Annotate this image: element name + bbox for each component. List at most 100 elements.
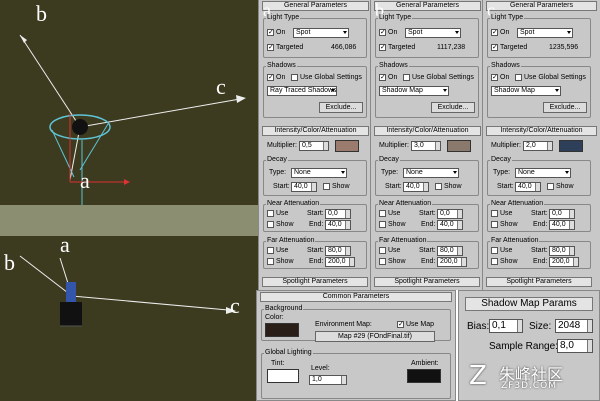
near-show-checkbox[interactable] xyxy=(267,221,274,228)
far-start-spinner[interactable]: 80,0 xyxy=(325,246,351,256)
use-map-checkbox[interactable]: ✓ xyxy=(397,321,404,328)
spinner-arrows-icon[interactable] xyxy=(341,376,346,384)
rollout-spotlight-parameters[interactable]: Spotlight Parameters xyxy=(262,277,368,287)
exclude-button[interactable]: Exclude... xyxy=(543,102,587,113)
far-start-spinner[interactable]: 80,0 xyxy=(437,246,463,256)
light-type-dropdown[interactable]: Spot xyxy=(293,28,349,38)
multiplier-spinner[interactable]: 0,5 xyxy=(299,141,329,151)
size-spinner[interactable]: 2048 xyxy=(555,319,593,333)
rollout-spotlight-parameters[interactable]: Spotlight Parameters xyxy=(374,277,480,287)
spinner-arrows-icon[interactable] xyxy=(547,142,552,150)
spinner-arrows-icon[interactable] xyxy=(569,221,574,229)
targeted-checkbox[interactable]: ✓ xyxy=(379,44,386,51)
spinner-arrows-icon[interactable] xyxy=(345,221,350,229)
spinner-arrows-icon[interactable] xyxy=(345,247,350,255)
use-global-checkbox[interactable] xyxy=(515,74,522,81)
rollout-spotlight-parameters[interactable]: Spotlight Parameters xyxy=(486,277,592,287)
far-show-checkbox[interactable] xyxy=(379,258,386,265)
use-global-checkbox[interactable] xyxy=(403,74,410,81)
spinner-arrows-icon[interactable] xyxy=(569,247,574,255)
far-use-checkbox[interactable] xyxy=(379,247,386,254)
spinner-arrows-icon[interactable] xyxy=(323,142,328,150)
tint-color-swatch[interactable] xyxy=(267,369,299,383)
targeted-checkbox[interactable]: ✓ xyxy=(491,44,498,51)
viewport-top[interactable]: b c a xyxy=(0,0,262,212)
exclude-button[interactable]: Exclude... xyxy=(319,102,363,113)
light-color-swatch[interactable] xyxy=(447,140,471,152)
near-use-checkbox[interactable] xyxy=(491,210,498,217)
far-show-checkbox[interactable] xyxy=(491,258,498,265)
use-global-checkbox[interactable] xyxy=(291,74,298,81)
far-show-checkbox[interactable] xyxy=(267,258,274,265)
near-start-spinner[interactable]: 0,0 xyxy=(437,209,463,219)
near-end-spinner[interactable]: 40,0 xyxy=(325,220,351,230)
spinner-arrows-icon[interactable] xyxy=(517,320,522,332)
shadow-type-dropdown[interactable]: Shadow Map xyxy=(491,86,561,96)
far-start-spinner[interactable]: 80,0 xyxy=(549,246,575,256)
rollout-general-parameters[interactable]: General Parameters xyxy=(486,1,597,11)
spinner-arrows-icon[interactable] xyxy=(457,210,462,218)
far-end-spinner[interactable]: 200,0 xyxy=(437,257,467,267)
exclude-button[interactable]: Exclude... xyxy=(431,102,475,113)
near-end-spinner[interactable]: 40,0 xyxy=(437,220,463,230)
spinner-arrows-icon[interactable] xyxy=(535,183,540,191)
shadow-type-dropdown[interactable]: Ray Traced Shadows xyxy=(267,86,337,96)
decay-start-spinner[interactable]: 40,0 xyxy=(403,182,429,192)
spinner-arrows-icon[interactable] xyxy=(349,258,354,266)
viewport-bottom[interactable]: b a c xyxy=(0,236,262,401)
on-checkbox[interactable]: ✓ xyxy=(267,29,274,36)
near-show-checkbox[interactable] xyxy=(491,221,498,228)
level-spinner[interactable]: 1,0 xyxy=(309,375,347,385)
decay-type-dropdown[interactable]: None xyxy=(403,168,459,178)
rollout-intensity[interactable]: Intensity/Color/Attenuation xyxy=(486,126,597,136)
sample-range-spinner[interactable]: 8,0 xyxy=(557,339,593,353)
spinner-arrows-icon[interactable] xyxy=(311,183,316,191)
decay-start-spinner[interactable]: 40,0 xyxy=(291,182,317,192)
on-checkbox[interactable]: ✓ xyxy=(491,29,498,36)
rollout-shadow-map-params[interactable]: Shadow Map Params xyxy=(465,297,593,311)
spinner-arrows-icon[interactable] xyxy=(569,210,574,218)
bias-spinner[interactable]: 0,1 xyxy=(489,319,523,333)
multiplier-spinner[interactable]: 2,0 xyxy=(523,141,553,151)
ambient-color-swatch[interactable] xyxy=(407,369,441,383)
rollout-general-parameters[interactable]: General Parameters xyxy=(262,1,369,11)
light-type-dropdown[interactable]: Spot xyxy=(517,28,573,38)
near-show-checkbox[interactable] xyxy=(379,221,386,228)
far-end-spinner[interactable]: 200,0 xyxy=(549,257,579,267)
decay-type-dropdown[interactable]: None xyxy=(515,168,571,178)
decay-start-spinner[interactable]: 40,0 xyxy=(515,182,541,192)
spinner-arrows-icon[interactable] xyxy=(423,183,428,191)
far-use-checkbox[interactable] xyxy=(491,247,498,254)
rollout-intensity[interactable]: Intensity/Color/Attenuation xyxy=(262,126,369,136)
spinner-arrows-icon[interactable] xyxy=(457,247,462,255)
spinner-arrows-icon[interactable] xyxy=(435,142,440,150)
spinner-arrows-icon[interactable] xyxy=(573,258,578,266)
background-color-swatch[interactable] xyxy=(265,323,299,337)
far-use-checkbox[interactable] xyxy=(267,247,274,254)
near-use-checkbox[interactable] xyxy=(379,210,386,217)
light-type-dropdown[interactable]: Spot xyxy=(405,28,461,38)
rollout-general-parameters[interactable]: General Parameters xyxy=(374,1,481,11)
near-start-spinner[interactable]: 0,0 xyxy=(325,209,351,219)
spinner-arrows-icon[interactable] xyxy=(587,320,592,332)
shadow-on-checkbox[interactable]: ✓ xyxy=(379,74,386,81)
far-end-spinner[interactable]: 200,0 xyxy=(325,257,355,267)
decay-show-checkbox[interactable] xyxy=(323,183,330,190)
near-end-spinner[interactable]: 40,0 xyxy=(549,220,575,230)
decay-show-checkbox[interactable] xyxy=(547,183,554,190)
on-checkbox[interactable]: ✓ xyxy=(379,29,386,36)
shadow-type-dropdown[interactable]: Shadow Map xyxy=(379,86,449,96)
multiplier-spinner[interactable]: 3,0 xyxy=(411,141,441,151)
spinner-arrows-icon[interactable] xyxy=(345,210,350,218)
spinner-arrows-icon[interactable] xyxy=(461,258,466,266)
spinner-arrows-icon[interactable] xyxy=(587,340,592,352)
light-color-swatch[interactable] xyxy=(559,140,583,152)
rollout-common-parameters[interactable]: Common Parameters xyxy=(260,292,452,302)
shadow-on-checkbox[interactable]: ✓ xyxy=(267,74,274,81)
light-color-swatch[interactable] xyxy=(335,140,359,152)
decay-show-checkbox[interactable] xyxy=(435,183,442,190)
near-use-checkbox[interactable] xyxy=(267,210,274,217)
environment-map-button[interactable]: Map #29 (FOndFinal.tif) xyxy=(315,331,435,342)
rollout-intensity[interactable]: Intensity/Color/Attenuation xyxy=(374,126,481,136)
shadow-on-checkbox[interactable]: ✓ xyxy=(491,74,498,81)
